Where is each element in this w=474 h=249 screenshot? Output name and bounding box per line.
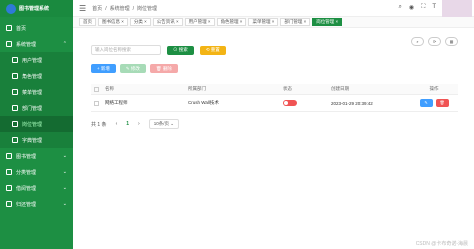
sidebar-item-dicts[interactable]: 字典管理 [0, 132, 73, 148]
prev-page-icon[interactable]: ‹ [116, 121, 118, 127]
chevron-down-icon: ⌄ [62, 169, 67, 175]
github-icon[interactable]: ◉ [409, 4, 414, 11]
page-number[interactable]: 1 [126, 121, 129, 127]
search-input[interactable]: 输入岗位名称搜索 [91, 45, 161, 55]
category-icon [6, 169, 12, 175]
table-header: 名称 所属部门 状态 创建日期 操作 [91, 84, 458, 95]
select-all-checkbox[interactable] [94, 86, 99, 92]
table-row: 网络工程师 Crush Wall技术 2023-01-29 20:39:42 ✎… [91, 95, 458, 112]
settings-icon [6, 41, 12, 47]
menu-icon [12, 89, 18, 95]
cell-dept: Crush Wall技术 [188, 100, 219, 105]
role-icon [12, 73, 18, 79]
sidebar-item-books[interactable]: 图书管理 ⌄ [0, 148, 73, 164]
sidebar-item-posts[interactable]: 岗位管理 [0, 116, 73, 132]
tag-item[interactable]: 部门管理 × [280, 18, 311, 26]
main-content: 输入岗位名称搜索 ⊙ 搜索 ⟲ 重置 + 新增 ✎ 修改 🗑 删除 [73, 28, 474, 249]
chevron-down-icon: ⌄ [62, 185, 67, 191]
tag-item[interactable]: 分类 × [129, 18, 151, 26]
dept-icon [12, 105, 18, 111]
borrow-icon [6, 185, 12, 191]
sidebar-item-system[interactable]: 系统管理 ⌃ [0, 36, 73, 52]
sidebar-item-depts[interactable]: 部门管理 [0, 100, 73, 116]
tags-view: 首页 图书信息 × 分类 × 公告资讯 × 用户管理 × 角色管理 × 菜单管理… [73, 17, 474, 28]
post-icon [12, 121, 18, 127]
chevron-down-icon: ⌄ [62, 201, 67, 207]
col-dept: 所属部门 [188, 86, 206, 91]
tag-item[interactable]: 首页 [79, 18, 96, 26]
tag-item[interactable]: 公告资讯 × [152, 18, 183, 26]
app-logo: 图书管理系统 [0, 0, 73, 17]
pagination: 共 1 条 ‹ 1 › 10条/页 ⌄ [91, 119, 179, 129]
dict-icon [12, 137, 18, 143]
cell-name: 网络工程师 [105, 100, 128, 105]
status-toggle[interactable] [283, 100, 297, 106]
breadcrumb: 首页 / 系统管理 / 岗位管理 [92, 5, 157, 12]
home-icon [6, 25, 12, 31]
tag-item[interactable]: 用户管理 × [184, 18, 215, 26]
return-icon [6, 201, 12, 207]
page-size-select[interactable]: 10条/页 ⌄ [148, 119, 179, 129]
data-table: 名称 所属部门 状态 创建日期 操作 网络工程师 Crush Wall技术 20… [91, 84, 458, 112]
topbar: ☰ 首页 / 系统管理 / 岗位管理 ⌕ ◉ ⛶ T [73, 0, 474, 17]
next-page-icon[interactable]: › [138, 121, 140, 127]
row-edit-button[interactable]: ✎ [419, 99, 433, 107]
tag-item[interactable]: 角色管理 × [216, 18, 247, 26]
user-icon [12, 57, 18, 63]
sidebar-item-home[interactable]: 首页 [0, 20, 73, 36]
sidebar: 图书管理系统 首页 系统管理 ⌃ 用户管理 角色管理 菜单管理 部门管理 岗位管理… [0, 0, 73, 249]
chevron-up-icon: ⌃ [62, 41, 67, 47]
row-checkbox[interactable] [94, 100, 99, 106]
sidebar-item-borrow[interactable]: 借阅管理 ⌄ [0, 180, 73, 196]
refresh-icon[interactable]: ⟳ [428, 37, 441, 46]
search-button[interactable]: ⊙ 搜索 [167, 45, 194, 55]
search-row: 输入岗位名称搜索 ⊙ 搜索 ⟲ 重置 [83, 45, 464, 55]
hamburger-icon[interactable]: ☰ [79, 4, 86, 13]
col-created: 创建日期 [331, 86, 349, 91]
sidebar-item-return[interactable]: 归还管理 ⌄ [0, 196, 73, 212]
table-tools: ⌕ ⟳ ▦ [411, 37, 458, 46]
edit-button[interactable]: ✎ 修改 [119, 64, 146, 73]
app-title: 图书管理系统 [19, 6, 50, 12]
tag-item-active[interactable]: 岗位管理 × [312, 18, 343, 26]
delete-button[interactable]: 🗑 删除 [149, 64, 178, 73]
sidebar-item-categories[interactable]: 分类管理 ⌄ [0, 164, 73, 180]
add-button[interactable]: + 新增 [91, 64, 116, 73]
columns-icon[interactable]: ▦ [445, 37, 458, 46]
font-size-icon[interactable]: T [432, 4, 436, 11]
cell-created: 2023-01-29 20:39:42 [331, 100, 373, 106]
sidebar-item-users[interactable]: 用户管理 [0, 52, 73, 68]
total-count: 共 1 条 [91, 121, 107, 128]
avatar[interactable] [442, 0, 472, 17]
tag-item[interactable]: 图书信息 × [98, 18, 128, 26]
action-row: + 新增 ✎ 修改 🗑 删除 [83, 64, 464, 73]
top-icons: ⌕ ◉ ⛶ T [399, 4, 437, 11]
fullscreen-icon[interactable]: ⛶ [421, 4, 425, 11]
col-status: 状态 [283, 86, 292, 91]
sidebar-item-menus[interactable]: 菜单管理 [0, 84, 73, 100]
chevron-down-icon: ⌄ [62, 153, 67, 159]
reset-button[interactable]: ⟲ 重置 [199, 45, 226, 55]
logo-icon [6, 3, 16, 14]
tag-item[interactable]: 菜单管理 × [248, 18, 279, 26]
row-delete-button[interactable]: 🗑 [435, 99, 449, 107]
book-icon [6, 153, 12, 159]
col-name: 名称 [105, 86, 114, 91]
sidebar-item-roles[interactable]: 角色管理 [0, 68, 73, 84]
toggle-search-icon[interactable]: ⌕ [411, 37, 424, 46]
search-icon[interactable]: ⌕ [399, 4, 402, 11]
col-ops: 操作 [429, 86, 439, 91]
watermark: CSDN @卡布奇诺-海晨 [415, 241, 468, 247]
